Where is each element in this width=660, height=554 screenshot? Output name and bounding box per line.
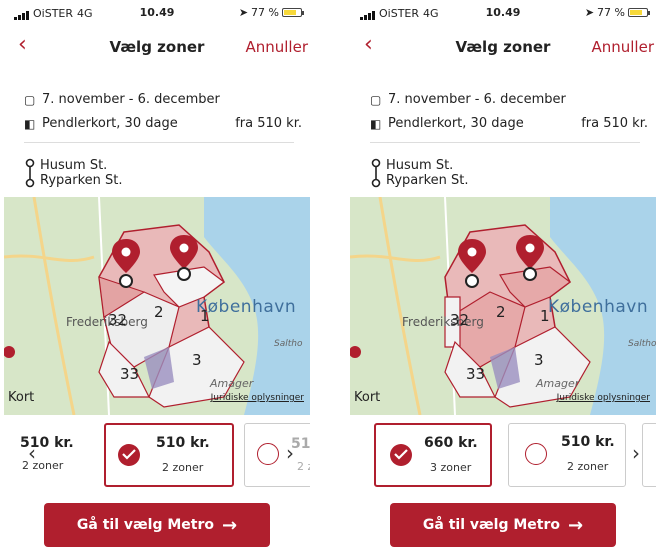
option-price: 510 kr. [156,435,210,451]
map-attribution: Kort [354,390,381,405]
map-attribution: Kort [8,390,35,405]
ticket-icon: ◧ [370,116,382,131]
divider [370,142,640,143]
battery-icon [282,8,304,17]
zone-map[interactable]: Frederiksberg København 32 2 1 3 33 Amag… [350,197,656,415]
phone-screen-left: OiSTER 4G 10.49 ➤ 77 % ‹ Vælg zoner Annu… [4,0,310,554]
cancel-button[interactable]: Annuller [591,38,654,56]
period-dates: 7. november - 6. december [388,92,566,107]
zone-map[interactable]: Frederiksberg København 32 2 1 3 33 Amag… [4,197,310,415]
arrow-right-icon: → [568,514,584,536]
option-price: 660 kr. [424,435,478,451]
option-zones: 2 z [297,460,310,473]
zone-label-33: 33 [466,365,486,383]
ticket-icon: ◧ [24,116,36,131]
map-label-town: Frederiksberg [66,315,148,329]
zone-option-card-selected[interactable]: 510 kr. 2 zoner [104,423,234,487]
check-selected-icon [390,444,412,466]
status-bar: OiSTER 4G 10.49 ➤ 77 % [350,0,656,26]
continue-button[interactable]: Gå til vælg Metro → [390,503,616,547]
zone-label-32: 32 [450,311,470,329]
arrow-right-icon: → [222,514,238,536]
ticket-type: Pendlerkort, 30 dage [388,116,524,131]
status-bar: OiSTER 4G 10.49 ➤ 77 % [4,0,310,26]
radio-unselected-icon [257,443,279,465]
zone-option-card-partial[interactable] [642,423,656,487]
option-zones: 2 zoner [567,460,609,473]
calendar-icon: ▢ [370,92,382,107]
legal-link[interactable]: Juridiske oplysninger [557,393,650,403]
map-label-coast: Saltho [628,339,656,349]
map-label-city: København [196,297,297,317]
chevron-left-icon[interactable]: ‹ [28,441,36,465]
zone-option-card[interactable]: 510 kr. 2 zoner [508,423,626,487]
ticket-row: ◧ Pendlerkort, 30 dage fra 510 kr. [370,116,648,131]
ticket-row: ◧ Pendlerkort, 30 dage fra 510 kr. [24,116,302,131]
map-label-district: Amager [210,377,254,390]
station-list: Husum St. Ryparken St. [24,158,123,188]
zone-label-1: 1 [540,307,550,325]
battery-percent: 77 % [251,6,279,19]
station-to: Ryparken St. [386,173,469,188]
continue-button[interactable]: Gå til vælg Metro → [44,503,270,547]
zone-label-3: 3 [534,351,544,369]
period-dates: 7. november - 6. december [42,92,220,107]
legal-link[interactable]: Juridiske oplysninger [211,393,304,403]
option-zones: 3 zoner [430,461,472,474]
price-from: fra 510 kr. [581,116,648,131]
zone-label-33: 33 [120,365,140,383]
cancel-button[interactable]: Annuller [245,38,308,56]
station-list: Husum St. Ryparken St. [370,158,469,188]
route-icon [25,158,35,188]
navigation-bar: ‹ Vælg zoner Annuller [350,30,656,64]
zone-label-1: 1 [200,307,210,325]
option-zones: 2 zoner [162,461,204,474]
price-from: fra 510 kr. [235,116,302,131]
check-selected-icon [118,444,140,466]
station-to: Ryparken St. [40,173,123,188]
map-label-coast: Saltho [274,339,303,349]
radio-unselected-icon [525,443,547,465]
location-arrow-icon: ➤ [238,6,249,19]
battery-percent: 77 % [597,6,625,19]
zone-label-3: 3 [192,351,202,369]
station-from: Husum St. [40,158,108,173]
period-row: ▢ 7. november - 6. december [370,92,648,107]
chevron-right-icon[interactable]: › [286,441,294,465]
map-label-town: Frederiksberg [402,315,484,329]
station-from: Husum St. [386,158,454,173]
zone-label-2: 2 [154,303,164,321]
zone-option-card-selected[interactable]: 660 kr. 3 zoner [374,423,492,487]
map-label-city: København [548,297,649,317]
zone-label-2: 2 [496,303,506,321]
period-row: ▢ 7. november - 6. december [24,92,302,107]
route-icon [371,158,381,188]
continue-label: Gå til vælg Metro [76,517,214,533]
continue-label: Gå til vælg Metro [422,517,560,533]
zone-label-32: 32 [108,311,128,329]
location-arrow-icon: ➤ [584,6,595,19]
calendar-icon: ▢ [24,92,36,107]
phone-screen-right: OiSTER 4G 10.49 ➤ 77 % ‹ Vælg zoner Annu… [350,0,656,554]
zone-options: 510 kr. 2 zoner ‹ 510 kr. 2 zoner 510 2 … [4,419,310,497]
zone-options: 660 kr. 3 zoner 510 kr. 2 zoner › [350,419,656,497]
zone-option-card[interactable]: 510 2 z [244,423,310,487]
battery-icon [628,8,650,17]
divider [24,142,294,143]
chevron-right-icon[interactable]: › [632,441,640,465]
option-price: 510 kr. [561,434,615,450]
zone-option-card[interactable]: 510 kr. 2 zoner [4,423,88,487]
navigation-bar: ‹ Vælg zoner Annuller [4,30,310,64]
ticket-type: Pendlerkort, 30 dage [42,116,178,131]
map-label-district: Amager [536,377,580,390]
